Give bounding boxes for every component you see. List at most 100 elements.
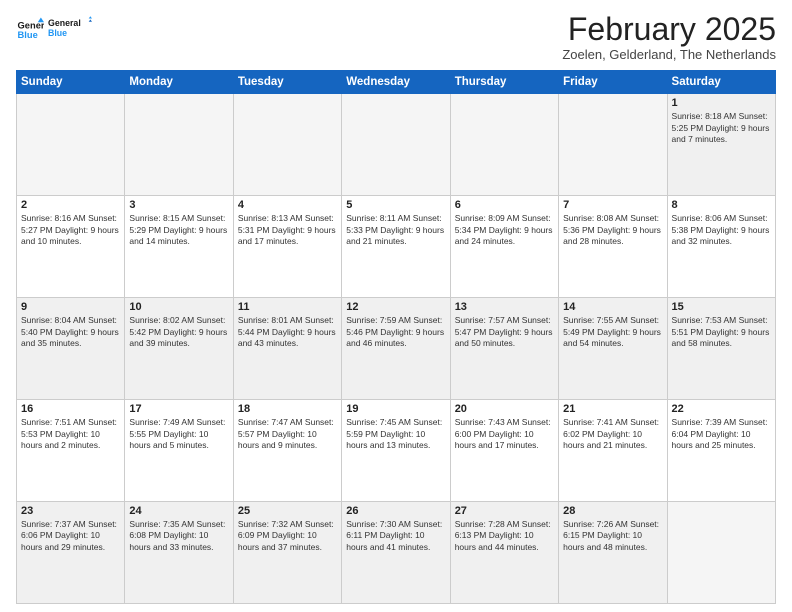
calendar-cell: 8Sunrise: 8:06 AM Sunset: 5:38 PM Daylig…	[667, 196, 775, 298]
svg-text:Blue: Blue	[18, 30, 38, 40]
day-info: Sunrise: 7:26 AM Sunset: 6:15 PM Dayligh…	[563, 519, 662, 553]
day-number: 12	[346, 301, 445, 313]
calendar-cell: 16Sunrise: 7:51 AM Sunset: 5:53 PM Dayli…	[17, 400, 125, 502]
day-info: Sunrise: 7:41 AM Sunset: 6:02 PM Dayligh…	[563, 417, 662, 451]
header: General Blue General Blue February 2025 …	[16, 12, 776, 62]
day-info: Sunrise: 7:57 AM Sunset: 5:47 PM Dayligh…	[455, 315, 554, 349]
calendar-cell: 2Sunrise: 8:16 AM Sunset: 5:27 PM Daylig…	[17, 196, 125, 298]
calendar-cell: 23 Sunrise: 7:37 AM Sunset: 6:06 PM Dayli…	[17, 502, 125, 604]
col-friday: Friday	[559, 71, 667, 94]
title-block: February 2025 Zoelen, Gelderland, The Ne…	[562, 12, 776, 62]
day-number: 25	[238, 505, 337, 517]
day-number: 3	[129, 199, 228, 211]
calendar-cell	[125, 94, 233, 196]
day-info: Sunrise: 7:37 AM Sunset: 6:06 PM Dayligh…	[21, 519, 120, 553]
day-number: 11	[238, 301, 337, 313]
day-number: 9	[21, 301, 120, 313]
calendar-cell: 17 Sunrise: 7:49 AM Sunset: 5:55 PM Dayli…	[125, 400, 233, 502]
day-info: Sunrise: 8:09 AM Sunset: 5:34 PM Dayligh…	[455, 213, 554, 247]
day-info: Sunrise: 7:43 AM Sunset: 6:00 PM Dayligh…	[455, 417, 554, 451]
calendar-week-row: 1 Sunrise: 8:18 AM Sunset: 5:25 PM Daylig…	[17, 94, 776, 196]
day-info: Sunrise: 8:02 AM Sunset: 5:42 PM Dayligh…	[129, 315, 228, 349]
day-info: Sunrise: 7:53 AM Sunset: 5:51 PM Dayligh…	[672, 315, 771, 349]
location: Zoelen, Gelderland, The Netherlands	[562, 47, 776, 62]
day-info: Sunrise: 8:15 AM Sunset: 5:29 PM Dayligh…	[129, 213, 228, 247]
col-wednesday: Wednesday	[342, 71, 450, 94]
day-number: 13	[455, 301, 554, 313]
page: General Blue General Blue February 2025 …	[0, 0, 792, 612]
calendar-cell: 21Sunrise: 7:41 AM Sunset: 6:02 PM Dayli…	[559, 400, 667, 502]
day-info: Sunrise: 7:35 AM Sunset: 6:08 PM Dayligh…	[129, 519, 228, 553]
day-number: 24	[129, 505, 228, 517]
calendar-cell: 12 Sunrise: 7:59 AM Sunset: 5:46 PM Dayli…	[342, 298, 450, 400]
day-number: 17	[129, 403, 228, 415]
col-saturday: Saturday	[667, 71, 775, 94]
day-info: Sunrise: 8:13 AM Sunset: 5:31 PM Dayligh…	[238, 213, 337, 247]
day-number: 1	[672, 97, 771, 109]
day-number: 4	[238, 199, 337, 211]
day-info: Sunrise: 8:04 AM Sunset: 5:40 PM Dayligh…	[21, 315, 120, 349]
day-info: Sunrise: 7:30 AM Sunset: 6:11 PM Dayligh…	[346, 519, 445, 553]
calendar-cell: 20 Sunrise: 7:43 AM Sunset: 6:00 PM Dayli…	[450, 400, 558, 502]
day-info: Sunrise: 7:28 AM Sunset: 6:13 PM Dayligh…	[455, 519, 554, 553]
day-number: 18	[238, 403, 337, 415]
logo: General Blue General Blue	[16, 12, 92, 48]
day-info: Sunrise: 8:08 AM Sunset: 5:36 PM Dayligh…	[563, 213, 662, 247]
day-info: Sunrise: 8:18 AM Sunset: 5:25 PM Dayligh…	[672, 111, 771, 145]
day-info: Sunrise: 7:45 AM Sunset: 5:59 PM Dayligh…	[346, 417, 445, 451]
day-info: Sunrise: 7:47 AM Sunset: 5:57 PM Dayligh…	[238, 417, 337, 451]
calendar-cell: 24 Sunrise: 7:35 AM Sunset: 6:08 PM Dayli…	[125, 502, 233, 604]
col-monday: Monday	[125, 71, 233, 94]
day-number: 10	[129, 301, 228, 313]
calendar-cell: 1 Sunrise: 8:18 AM Sunset: 5:25 PM Daylig…	[667, 94, 775, 196]
calendar-cell: 3 Sunrise: 8:15 AM Sunset: 5:29 PM Daylig…	[125, 196, 233, 298]
calendar-cell: 25 Sunrise: 7:32 AM Sunset: 6:09 PM Dayli…	[233, 502, 341, 604]
calendar-cell: 13 Sunrise: 7:57 AM Sunset: 5:47 PM Dayli…	[450, 298, 558, 400]
svg-text:General: General	[48, 18, 81, 28]
day-info: Sunrise: 7:55 AM Sunset: 5:49 PM Dayligh…	[563, 315, 662, 349]
day-info: Sunrise: 7:59 AM Sunset: 5:46 PM Dayligh…	[346, 315, 445, 349]
month-title: February 2025	[562, 12, 776, 47]
day-number: 27	[455, 505, 554, 517]
calendar-cell: 10 Sunrise: 8:02 AM Sunset: 5:42 PM Dayli…	[125, 298, 233, 400]
day-info: Sunrise: 7:49 AM Sunset: 5:55 PM Dayligh…	[129, 417, 228, 451]
calendar-cell	[667, 502, 775, 604]
col-thursday: Thursday	[450, 71, 558, 94]
day-info: Sunrise: 7:32 AM Sunset: 6:09 PM Dayligh…	[238, 519, 337, 553]
day-number: 22	[672, 403, 771, 415]
calendar-table: Sunday Monday Tuesday Wednesday Thursday…	[16, 70, 776, 604]
calendar-cell: 28 Sunrise: 7:26 AM Sunset: 6:15 PM Dayli…	[559, 502, 667, 604]
calendar-cell: 4 Sunrise: 8:13 AM Sunset: 5:31 PM Daylig…	[233, 196, 341, 298]
calendar-cell: 19 Sunrise: 7:45 AM Sunset: 5:59 PM Dayli…	[342, 400, 450, 502]
day-number: 26	[346, 505, 445, 517]
calendar-cell: 18 Sunrise: 7:47 AM Sunset: 5:57 PM Dayli…	[233, 400, 341, 502]
calendar-cell: 6Sunrise: 8:09 AM Sunset: 5:34 PM Daylig…	[450, 196, 558, 298]
calendar-cell: 11 Sunrise: 8:01 AM Sunset: 5:44 PM Dayli…	[233, 298, 341, 400]
day-number: 5	[346, 199, 445, 211]
logo-svg: General Blue	[48, 12, 92, 48]
calendar-cell: 26 Sunrise: 7:30 AM Sunset: 6:11 PM Dayli…	[342, 502, 450, 604]
header-row: Sunday Monday Tuesday Wednesday Thursday…	[17, 71, 776, 94]
calendar-cell: 5Sunrise: 8:11 AM Sunset: 5:33 PM Daylig…	[342, 196, 450, 298]
day-number: 14	[563, 301, 662, 313]
calendar-cell: 22 Sunrise: 7:39 AM Sunset: 6:04 PM Dayli…	[667, 400, 775, 502]
day-number: 16	[21, 403, 120, 415]
day-info: Sunrise: 7:39 AM Sunset: 6:04 PM Dayligh…	[672, 417, 771, 451]
calendar-week-row: 2Sunrise: 8:16 AM Sunset: 5:27 PM Daylig…	[17, 196, 776, 298]
day-number: 28	[563, 505, 662, 517]
day-number: 7	[563, 199, 662, 211]
day-info: Sunrise: 8:01 AM Sunset: 5:44 PM Dayligh…	[238, 315, 337, 349]
day-number: 19	[346, 403, 445, 415]
calendar-cell: 27 Sunrise: 7:28 AM Sunset: 6:13 PM Dayli…	[450, 502, 558, 604]
calendar-week-row: 9 Sunrise: 8:04 AM Sunset: 5:40 PM Daylig…	[17, 298, 776, 400]
col-tuesday: Tuesday	[233, 71, 341, 94]
day-number: 23	[21, 505, 120, 517]
calendar-week-row: 23 Sunrise: 7:37 AM Sunset: 6:06 PM Dayli…	[17, 502, 776, 604]
col-sunday: Sunday	[17, 71, 125, 94]
day-info: Sunrise: 8:16 AM Sunset: 5:27 PM Dayligh…	[21, 213, 120, 247]
calendar-week-row: 16Sunrise: 7:51 AM Sunset: 5:53 PM Dayli…	[17, 400, 776, 502]
calendar-cell	[233, 94, 341, 196]
day-number: 20	[455, 403, 554, 415]
calendar-cell	[342, 94, 450, 196]
calendar-cell	[559, 94, 667, 196]
